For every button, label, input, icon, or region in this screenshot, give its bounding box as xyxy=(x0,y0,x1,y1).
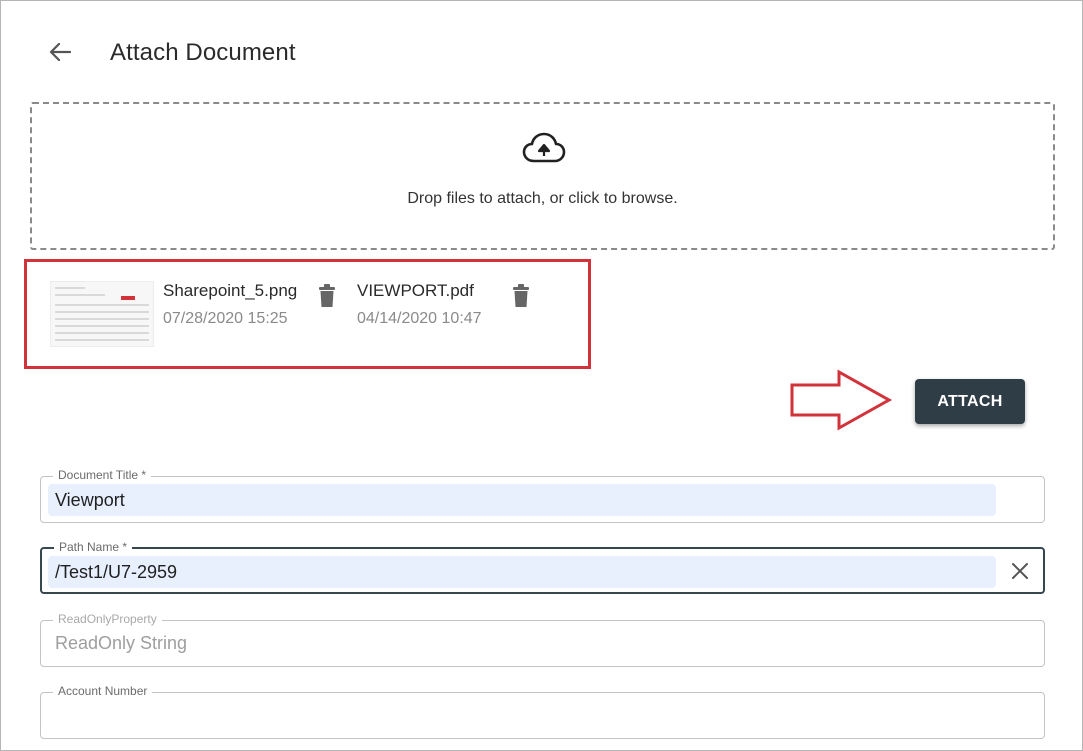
arrow-left-icon xyxy=(49,43,71,61)
account-number-field[interactable]: Account Number xyxy=(40,684,1045,739)
annotation-arrow-icon xyxy=(790,369,893,431)
file-dropzone[interactable]: Drop files to attach, or click to browse… xyxy=(30,102,1055,250)
dialog-frame: Attach Document Drop files to attach, or… xyxy=(0,0,1083,751)
file-date: 07/28/2020 15:25 xyxy=(163,310,288,327)
clear-icon[interactable] xyxy=(1011,562,1029,580)
readonly-property-label: ReadOnlyProperty xyxy=(53,612,162,626)
path-name-field[interactable]: Path Name * /Test1/U7-2959 xyxy=(40,540,1045,594)
path-name-input[interactable]: /Test1/U7-2959 xyxy=(48,556,996,588)
attach-button[interactable]: ATTACH xyxy=(915,379,1025,424)
cloud-upload-icon xyxy=(522,132,566,163)
file-date: 04/14/2020 10:47 xyxy=(357,310,482,327)
file-name: VIEWPORT.pdf xyxy=(357,281,474,300)
file-thumbnail[interactable] xyxy=(50,281,154,347)
file-item[interactable]: VIEWPORT.pdf 04/14/2020 10:47 xyxy=(357,281,482,328)
document-title-field[interactable]: Document Title * Viewport xyxy=(40,468,1045,523)
attached-files-list: Sharepoint_5.png 07/28/2020 15:25 VIEWPO… xyxy=(24,259,591,369)
file-item[interactable]: Sharepoint_5.png 07/28/2020 15:25 xyxy=(163,281,297,328)
document-title-label: Document Title * xyxy=(53,468,152,482)
delete-icon[interactable] xyxy=(317,284,337,308)
readonly-property-value: ReadOnly String xyxy=(55,633,188,653)
document-title-input[interactable]: Viewport xyxy=(48,484,996,516)
delete-icon[interactable] xyxy=(511,284,531,308)
path-name-label: Path Name * xyxy=(54,540,133,554)
file-name: Sharepoint_5.png xyxy=(163,281,298,300)
page-title: Attach Document xyxy=(110,39,296,66)
account-number-label: Account Number xyxy=(53,684,153,698)
back-button[interactable] xyxy=(41,35,79,69)
dropzone-text: Drop files to attach, or click to browse… xyxy=(407,190,678,207)
readonly-property-field: ReadOnlyProperty ReadOnly String xyxy=(40,612,1045,667)
